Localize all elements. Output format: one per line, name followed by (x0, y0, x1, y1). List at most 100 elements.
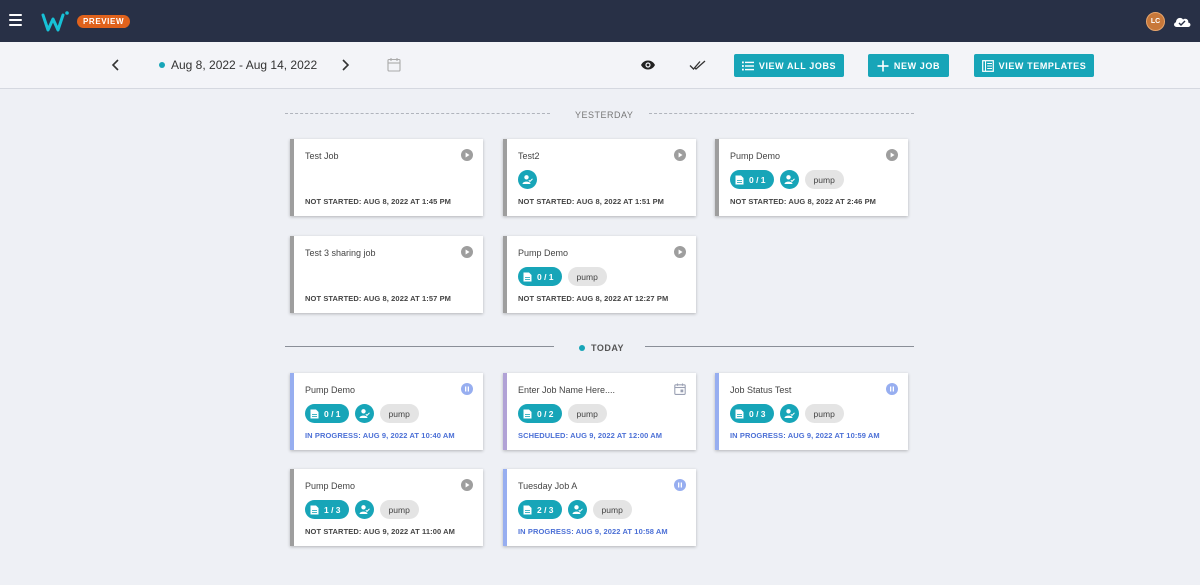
today-divider-right (645, 346, 914, 347)
forms-progress-chip[interactable]: 0 / 3 (730, 404, 774, 423)
date-range-label[interactable]: Aug 8, 2022 - Aug 14, 2022 (171, 58, 317, 72)
job-card-pump-demo[interactable]: Pump Demo 1 / 3 pump NOT STARTED: AUG 9,… (290, 469, 483, 546)
job-title: Test 3 sharing job (305, 248, 376, 258)
tag-chip[interactable]: pump (379, 500, 419, 519)
assign-person-icon (784, 409, 795, 418)
calendar-icon[interactable] (387, 57, 401, 72)
job-chips: 0 / 2 pump (518, 404, 607, 423)
forms-progress-chip[interactable]: 1 / 3 (305, 500, 349, 519)
job-chips (518, 170, 537, 189)
tag-chip[interactable]: pump (567, 267, 607, 286)
forms-progress-chip[interactable]: 0 / 2 (518, 404, 562, 423)
play-circle-icon[interactable] (461, 479, 473, 491)
pause-circle-icon[interactable] (674, 479, 686, 491)
assign-person-icon (359, 505, 370, 514)
job-chips: 0 / 1 pump (518, 267, 607, 286)
pause-circle-icon[interactable] (461, 383, 473, 395)
job-title: Pump Demo (305, 385, 356, 395)
forms-progress-chip[interactable]: 0 / 1 (518, 267, 562, 286)
document-icon (735, 409, 744, 418)
assignees-chip[interactable] (567, 500, 587, 519)
forms-count: 0 / 1 (749, 174, 766, 185)
user-avatar[interactable]: LC (1146, 12, 1165, 31)
job-card-test-3-sharing-job[interactable]: Test 3 sharing job NOT STARTED: AUG 8, 2… (290, 236, 483, 313)
play-circle-icon[interactable] (461, 149, 473, 161)
view-templates-button[interactable]: VIEW TEMPLATES (974, 54, 1094, 77)
list-icon (741, 61, 754, 70)
job-card-tuesday-job-a[interactable]: Tuesday Job A 2 / 3 pump IN PROGRESS: AU… (503, 469, 696, 546)
job-chips: 2 / 3 pump (518, 500, 632, 519)
tag-chip[interactable]: pump (567, 404, 607, 423)
job-status: IN PROGRESS: AUG 9, 2022 AT 10:58 AM (518, 527, 668, 536)
assignees-chip[interactable] (354, 500, 374, 519)
top-app-bar: PREVIEW LC (0, 0, 1200, 42)
job-title: Test2 (518, 151, 540, 161)
document-icon (523, 272, 532, 281)
job-card-job-status-test[interactable]: Job Status Test 0 / 3 pump IN PROGRESS: … (715, 373, 908, 450)
previous-week-button[interactable] (109, 58, 123, 72)
date-toolbar: Aug 8, 2022 - Aug 14, 2022 VIEW ALL JOBS… (0, 42, 1200, 89)
job-chips: 0 / 1 pump (730, 170, 844, 189)
today-divider-left (285, 346, 554, 347)
forms-count: 1 / 3 (324, 504, 341, 515)
play-circle-icon[interactable] (674, 246, 686, 258)
new-job-label: NEW JOB (893, 60, 941, 71)
job-card-test-job[interactable]: Test Job NOT STARTED: AUG 8, 2022 AT 1:4… (290, 139, 483, 216)
job-card-pump-demo[interactable]: Pump Demo 0 / 1 pump IN PROGRESS: AUG 9,… (290, 373, 483, 450)
menu-icon[interactable] (9, 14, 22, 26)
job-status: NOT STARTED: AUG 8, 2022 AT 12:27 PM (518, 294, 669, 303)
view-templates-label: VIEW TEMPLATES (998, 60, 1087, 71)
next-week-button[interactable] (338, 58, 352, 72)
forms-count: 0 / 2 (537, 408, 554, 419)
job-chips: 0 / 3 pump (730, 404, 844, 423)
tag-chip[interactable]: pump (592, 500, 632, 519)
job-card-test2[interactable]: Test2 NOT STARTED: AUG 8, 2022 AT 1:51 P… (503, 139, 696, 216)
job-status: NOT STARTED: AUG 8, 2022 AT 1:57 PM (305, 294, 452, 303)
forms-progress-chip[interactable]: 0 / 1 (730, 170, 774, 189)
job-status: NOT STARTED: AUG 8, 2022 AT 2:46 PM (730, 197, 877, 206)
new-job-button[interactable]: NEW JOB (868, 54, 949, 77)
play-circle-icon[interactable] (461, 246, 473, 258)
assignees-chip[interactable] (518, 170, 537, 189)
job-status: IN PROGRESS: AUG 9, 2022 AT 10:59 AM (730, 431, 880, 440)
forms-progress-chip[interactable]: 2 / 3 (518, 500, 562, 519)
pause-circle-icon[interactable] (886, 383, 898, 395)
job-card-enter-job-name[interactable]: Enter Job Name Here.... 0 / 2 pump SCHED… (503, 373, 696, 450)
job-card-pump-demo[interactable]: Pump Demo 0 / 1 pump NOT STARTED: AUG 8,… (715, 139, 908, 216)
app-logo[interactable] (40, 9, 70, 35)
play-circle-icon[interactable] (674, 149, 686, 161)
play-circle-icon[interactable] (886, 149, 898, 161)
forms-count: 0 / 1 (324, 408, 341, 419)
document-icon (310, 409, 319, 418)
document-icon (310, 505, 319, 514)
assignees-chip[interactable] (779, 404, 799, 423)
tag-chip[interactable]: pump (379, 404, 419, 423)
yesterday-heading: YESTERDAY (575, 110, 634, 120)
job-card-pump-demo[interactable]: Pump Demo 0 / 1 pump NOT STARTED: AUG 8,… (503, 236, 696, 313)
template-icon (981, 59, 994, 72)
tag-chip[interactable]: pump (804, 170, 844, 189)
assignees-chip[interactable] (354, 404, 374, 423)
assign-person-icon (359, 409, 370, 418)
job-title: Pump Demo (518, 248, 569, 258)
forms-count: 0 / 3 (749, 408, 766, 419)
job-chips: 1 / 3 pump (305, 500, 419, 519)
yesterday-divider-right (649, 113, 914, 114)
job-title: Job Status Test (730, 385, 792, 395)
cloud-icon[interactable] (1172, 13, 1192, 29)
assignees-chip[interactable] (779, 170, 799, 189)
double-check-icon[interactable] (689, 59, 706, 71)
job-status: NOT STARTED: AUG 8, 2022 AT 1:51 PM (518, 197, 665, 206)
event-icon[interactable] (674, 383, 686, 395)
forms-progress-chip[interactable]: 0 / 1 (305, 404, 349, 423)
tag-chip[interactable]: pump (804, 404, 844, 423)
eye-icon[interactable] (640, 59, 656, 71)
view-all-jobs-button[interactable]: VIEW ALL JOBS (734, 54, 844, 77)
today-dot (579, 345, 585, 351)
document-icon (735, 175, 744, 184)
job-title: Pump Demo (730, 151, 781, 161)
job-title: Pump Demo (305, 481, 356, 491)
forms-count: 0 / 1 (537, 271, 554, 282)
yesterday-divider-left (285, 113, 550, 114)
job-status: NOT STARTED: AUG 8, 2022 AT 1:45 PM (305, 197, 452, 206)
